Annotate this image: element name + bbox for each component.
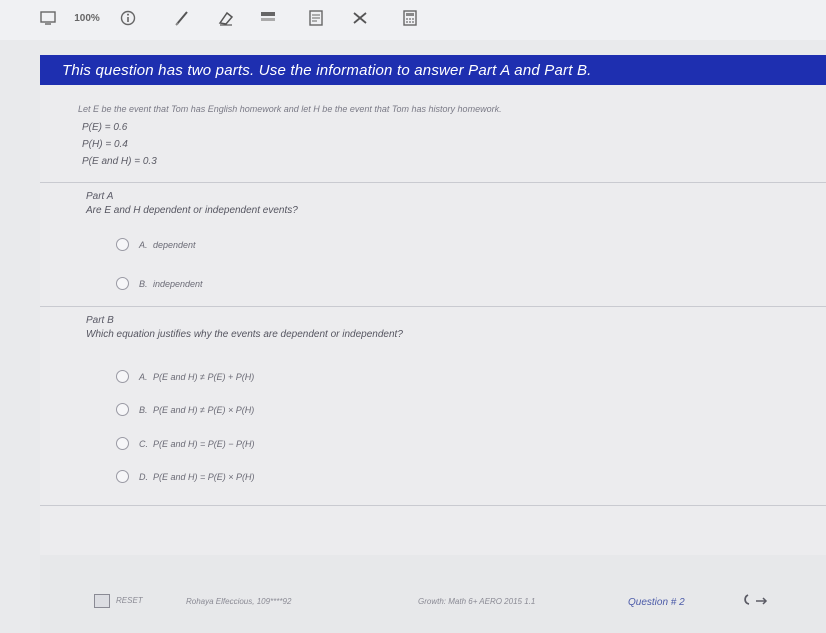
option-letter: A. [139, 239, 148, 250]
radio-button[interactable] [116, 470, 129, 483]
strikethrough-icon[interactable] [348, 6, 372, 30]
zoom-level[interactable]: 100% [72, 6, 102, 30]
instruction-banner: This question has two parts. Use the inf… [40, 55, 826, 85]
given-ph: P(H) = 0.4 [82, 139, 128, 150]
toolbar: 100% [0, 0, 826, 40]
given-pe: P(E) = 0.6 [82, 122, 128, 133]
footer-bar [40, 555, 826, 633]
part-b-option-b[interactable]: B. P(E and H) ≠ P(E) × P(H) [116, 403, 254, 416]
course-info: Growth: Math 6+ AERO 2015 1.1 [418, 597, 536, 606]
part-b-question: Which equation justifies why the events … [86, 329, 403, 340]
pen-icon[interactable] [170, 6, 194, 30]
part-a-option-a[interactable]: A. dependent [116, 238, 196, 251]
part-a-question: Are E and H dependent or independent eve… [86, 205, 298, 216]
option-letter: A. [139, 371, 148, 382]
option-text: P(E and H) = P(E) × P(H) [153, 471, 255, 482]
radio-button[interactable] [116, 277, 129, 290]
part-b-option-c[interactable]: C. P(E and H) = P(E) − P(H) [116, 437, 255, 450]
radio-button[interactable] [116, 370, 129, 383]
option-text: P(E and H) ≠ P(E) + P(H) [153, 371, 255, 382]
question-content [40, 85, 826, 605]
banner-text: This question has two parts. Use the inf… [62, 61, 592, 79]
question-number: Question # 2 [628, 597, 685, 608]
notepad-icon[interactable] [304, 6, 328, 30]
divider [40, 505, 826, 506]
option-letter: B. [139, 404, 148, 415]
option-letter: D. [139, 471, 148, 482]
option-letter: C. [139, 438, 148, 449]
student-info: Rohaya Elfeccious, 109****92 [186, 597, 292, 606]
intro-text: Let E be the event that Tom has English … [78, 104, 502, 114]
info-icon[interactable] [118, 6, 138, 30]
part-b-label: Part B [86, 315, 114, 326]
part-b-option-a[interactable]: A. P(E and H) ≠ P(E) + P(H) [116, 370, 254, 383]
part-b-option-d[interactable]: D. P(E and H) = P(E) × P(H) [116, 470, 255, 483]
divider [40, 182, 826, 183]
eraser-icon[interactable] [214, 6, 238, 30]
divider [40, 306, 826, 307]
option-text: dependent [153, 239, 196, 250]
option-letter: B. [139, 278, 148, 289]
radio-button[interactable] [116, 238, 129, 251]
calculator-icon[interactable] [398, 6, 422, 30]
option-text: P(E and H) ≠ P(E) × P(H) [153, 404, 255, 415]
given-peh: P(E and H) = 0.3 [82, 156, 157, 167]
part-a-option-b[interactable]: B. independent [116, 277, 203, 290]
display-icon[interactable] [38, 6, 58, 30]
option-text: independent [153, 278, 203, 289]
radio-button[interactable] [116, 403, 129, 416]
part-a-label: Part A [86, 191, 114, 202]
next-arrow-icon[interactable] [742, 592, 770, 610]
highlighter-icon[interactable] [256, 6, 280, 30]
reset-icon [94, 594, 110, 608]
reset-label: RESET [116, 596, 143, 606]
option-text: P(E and H) = P(E) − P(H) [153, 438, 255, 449]
radio-button[interactable] [116, 437, 129, 450]
reset-button[interactable]: RESET [94, 594, 143, 608]
